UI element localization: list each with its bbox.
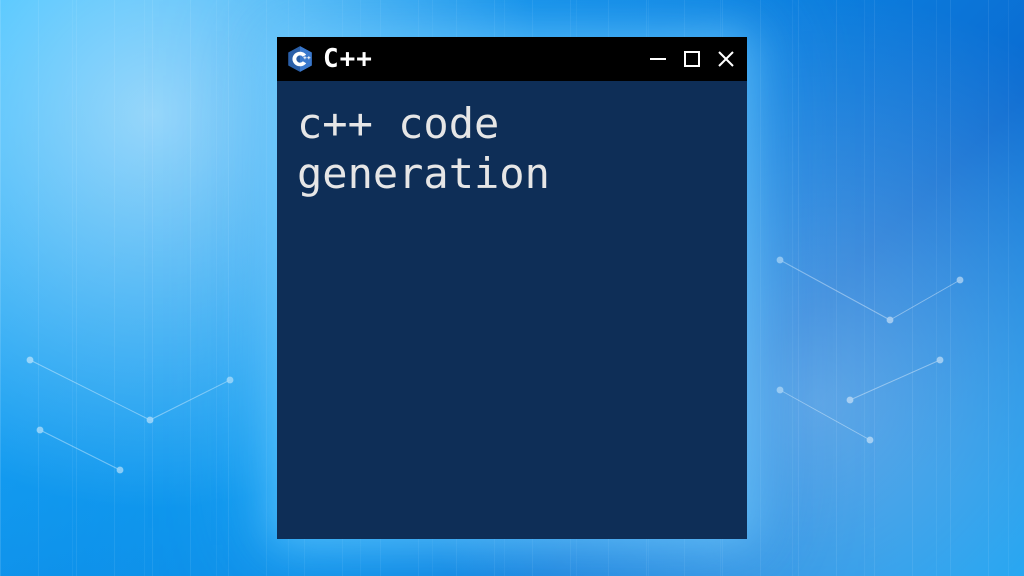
app-window: C++ c++ code generation <box>277 37 747 539</box>
titlebar[interactable]: C++ <box>277 37 747 81</box>
window-title: C++ <box>323 44 373 74</box>
close-button[interactable] <box>715 48 737 70</box>
editor-body[interactable]: c++ code generation <box>277 81 747 539</box>
background: C++ c++ code generation <box>0 0 1024 576</box>
cpp-hex-icon <box>285 44 315 74</box>
maximize-button[interactable] <box>681 48 703 70</box>
window-controls <box>647 48 737 70</box>
minimize-button[interactable] <box>647 48 669 70</box>
